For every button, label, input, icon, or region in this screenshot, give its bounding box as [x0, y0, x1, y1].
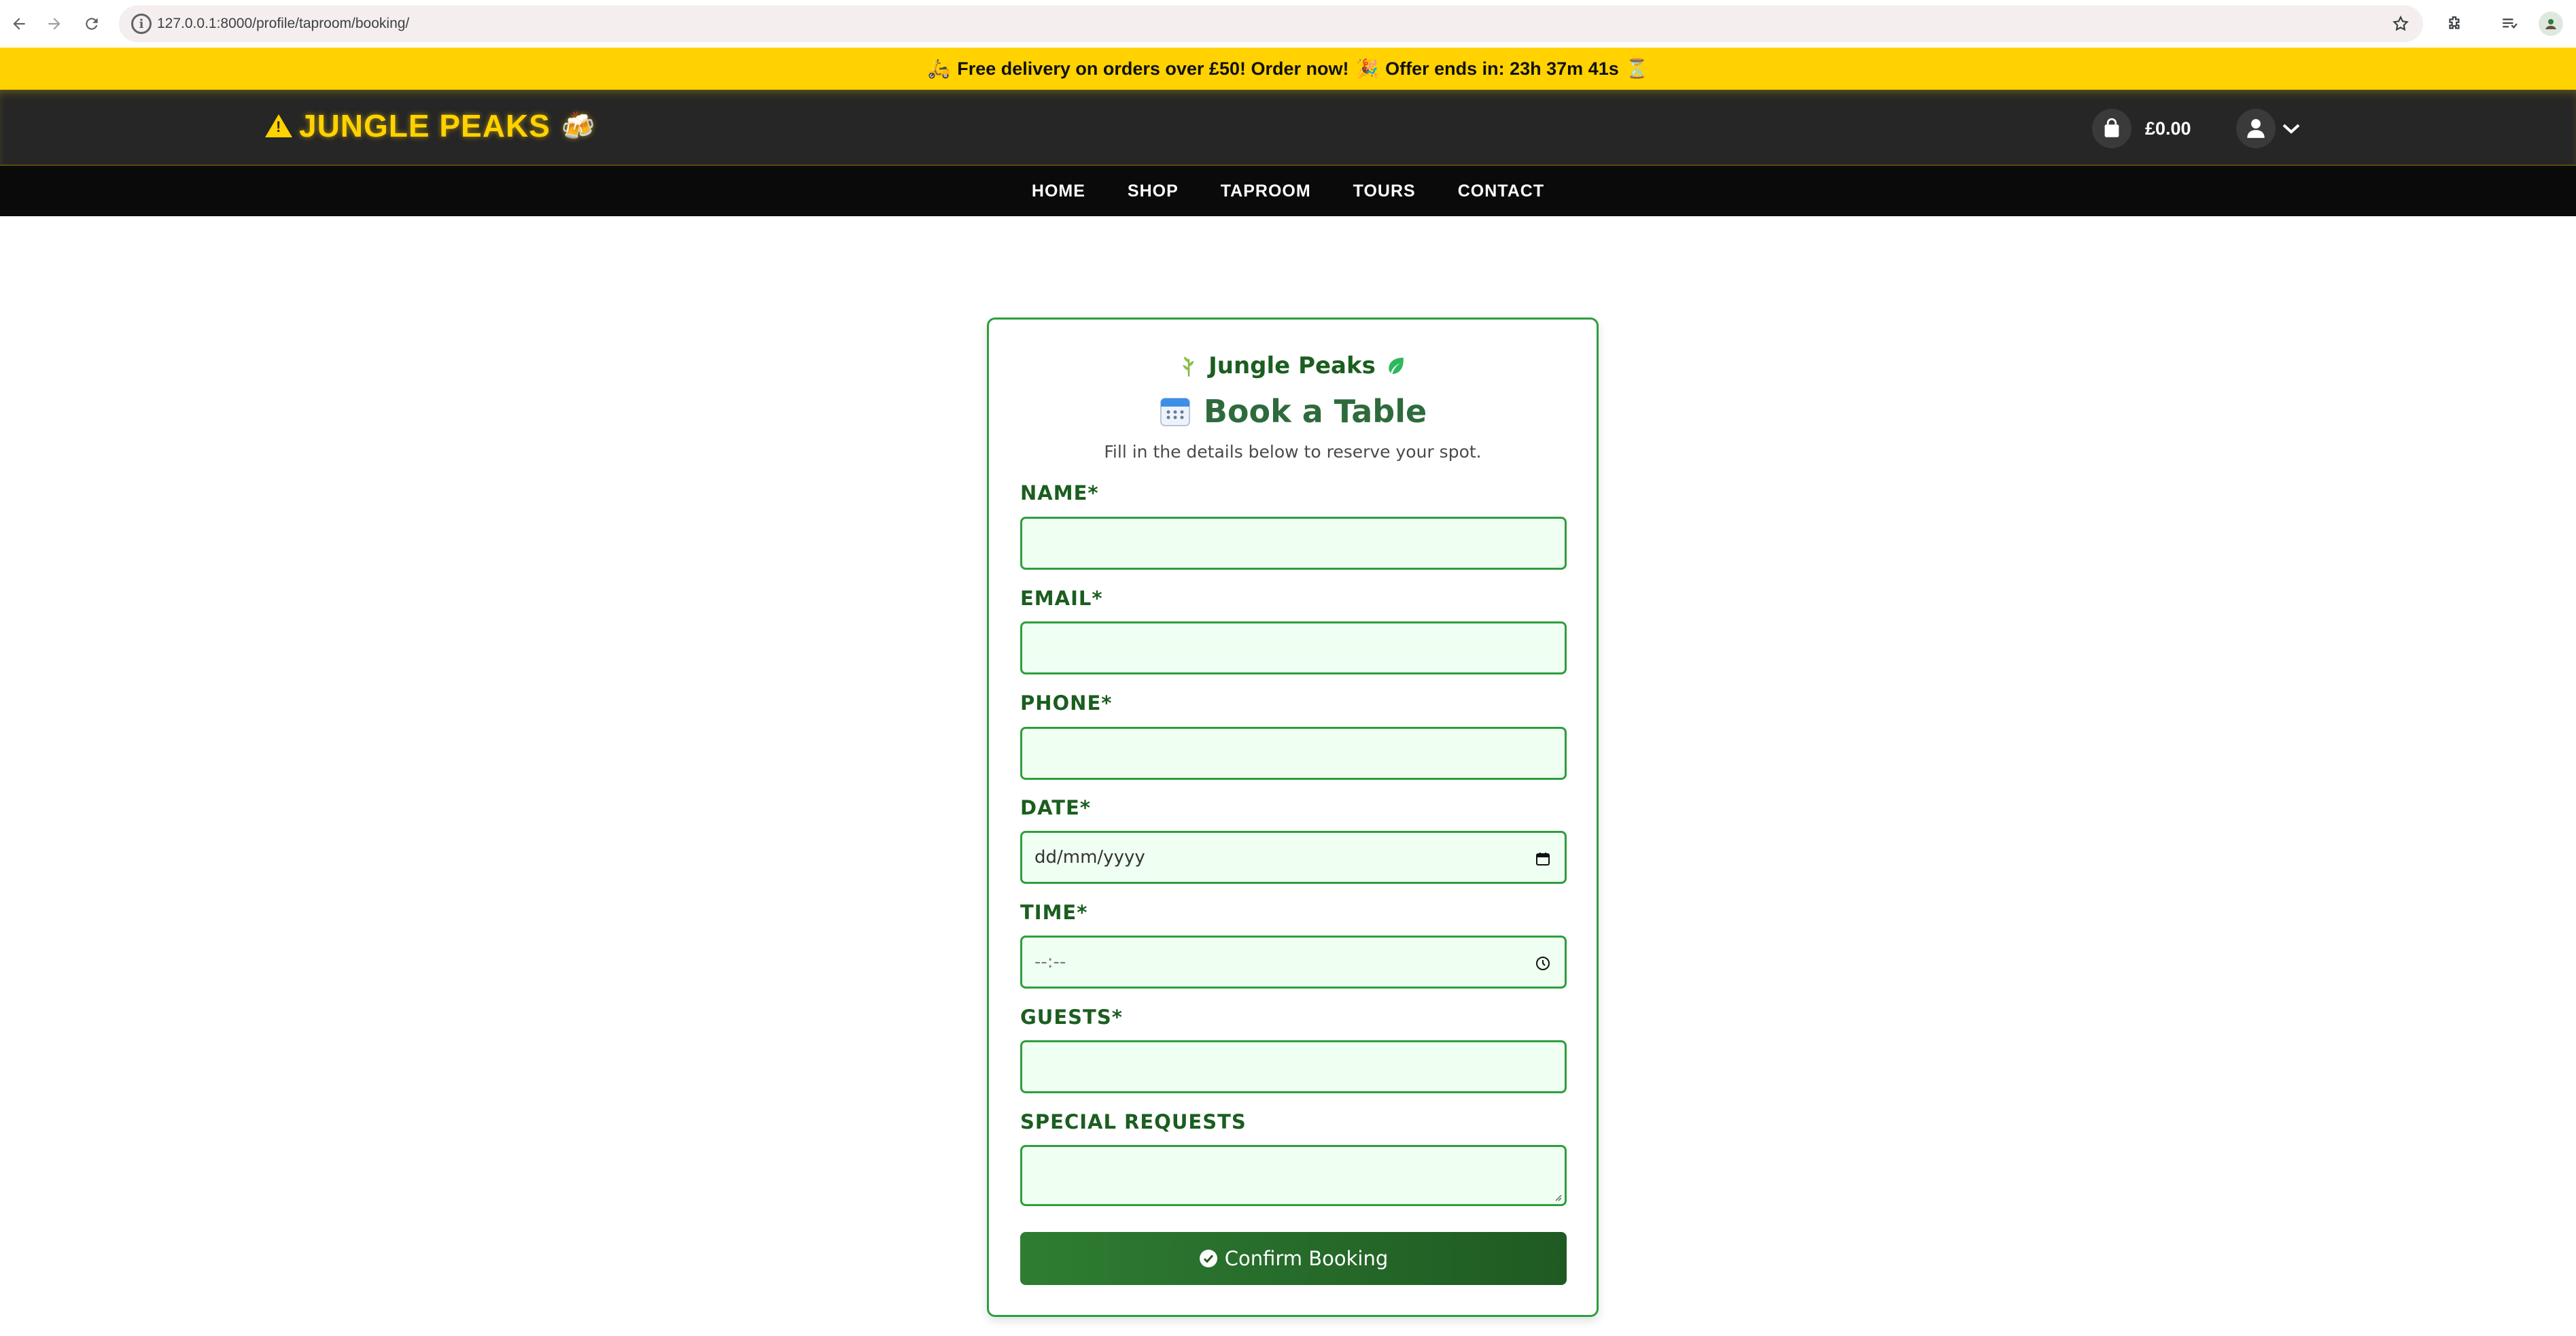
chevron-down-icon — [2281, 122, 2301, 135]
special-requests-input[interactable] — [1022, 1147, 1565, 1204]
confirm-booking-label: Confirm Booking — [1224, 1247, 1389, 1270]
nav-contact[interactable]: CONTACT — [1458, 182, 1544, 201]
guests-field[interactable] — [1020, 1040, 1567, 1093]
promo-text: Free delivery on orders over £50! Order … — [957, 58, 1349, 79]
cart-total: £0.00 — [2145, 118, 2191, 139]
phone-input[interactable] — [1022, 729, 1565, 778]
promo-countdown: Offer ends in: 23h 37m 41s — [1385, 58, 1619, 79]
nav-taproom[interactable]: TAPROOM — [1221, 182, 1311, 201]
main-navigation: HOME SHOP TAPROOM TOURS CONTACT — [0, 166, 2576, 216]
herb-icon — [1179, 354, 1199, 377]
confirm-booking-button[interactable]: Confirm Booking — [1020, 1232, 1567, 1285]
time-label: TIME* — [1020, 901, 1088, 924]
profile-icon[interactable] — [2539, 12, 2563, 36]
check-circle-icon — [1199, 1250, 1217, 1267]
special-requests-label: SPECIAL REQUESTS — [1020, 1110, 1247, 1133]
party-popper-icon: 🎉 — [1355, 58, 1379, 79]
form-subtitle: Fill in the details below to reserve you… — [1104, 442, 1482, 462]
calendar-icon — [1160, 398, 1190, 426]
reload-icon[interactable] — [78, 10, 105, 37]
logo-text: JUNGLE PEAKS — [299, 108, 551, 143]
name-label: NAME* — [1020, 481, 1099, 504]
special-requests-field[interactable] — [1020, 1145, 1567, 1206]
back-icon[interactable] — [5, 10, 33, 37]
phone-field[interactable] — [1020, 727, 1567, 780]
date-placeholder: dd/mm/yyyy — [1034, 847, 1145, 868]
scooter-icon: 🛵 — [927, 58, 951, 79]
time-field[interactable]: --:-- — [1020, 936, 1567, 989]
site-info-icon[interactable]: i — [131, 14, 152, 34]
email-input[interactable] — [1022, 623, 1565, 672]
title-text: Book a Table — [1203, 393, 1427, 430]
extensions-icon[interactable] — [2441, 10, 2469, 37]
cart-button[interactable]: £0.00 — [2092, 109, 2191, 148]
leaf-icon — [1385, 355, 1407, 377]
name-field[interactable] — [1020, 517, 1567, 570]
nav-tours[interactable]: TOURS — [1353, 182, 1416, 201]
browser-toolbar: i 127.0.0.1:8000/profile/taproom/booking… — [0, 0, 2576, 48]
address-bar[interactable]: i 127.0.0.1:8000/profile/taproom/booking… — [119, 5, 2423, 42]
forward-icon[interactable] — [41, 10, 68, 37]
page-title: Book a Table — [989, 393, 1597, 430]
phone-label: PHONE* — [1020, 691, 1113, 715]
guests-label: GUESTS* — [1020, 1006, 1123, 1029]
email-field[interactable] — [1020, 621, 1567, 674]
email-label: EMAIL* — [1020, 587, 1103, 610]
promo-banner: 🛵 Free delivery on orders over £50! Orde… — [0, 48, 2576, 90]
reading-list-icon[interactable] — [2496, 10, 2523, 37]
time-placeholder: --:-- — [1034, 952, 1066, 972]
brand-name: Jungle Peaks — [1208, 352, 1376, 379]
card-brand: Jungle Peaks — [989, 352, 1597, 379]
user-icon — [2236, 109, 2276, 148]
guests-input[interactable] — [1022, 1042, 1565, 1091]
beer-mugs-icon: 🍻 — [561, 111, 596, 141]
nav-shop[interactable]: SHOP — [1128, 182, 1179, 201]
warning-triangle-icon — [265, 114, 292, 137]
name-input[interactable] — [1022, 519, 1565, 568]
address-url[interactable]: 127.0.0.1:8000/profile/taproom/booking/ — [157, 14, 409, 34]
date-field[interactable]: dd/mm/yyyy — [1020, 831, 1567, 884]
nav-home[interactable]: HOME — [1032, 182, 1085, 201]
account-menu[interactable] — [2236, 109, 2301, 148]
site-logo[interactable]: JUNGLE PEAKS 🍻 — [265, 107, 596, 144]
clock-icon[interactable] — [1533, 954, 1552, 973]
date-label: DATE* — [1020, 796, 1092, 819]
shopping-bag-icon — [2092, 109, 2131, 148]
site-header: JUNGLE PEAKS 🍻 £0.00 — [0, 90, 2576, 166]
hourglass-icon: ⏳ — [1625, 58, 1649, 79]
resize-handle-icon[interactable] — [1552, 1192, 1562, 1201]
booking-card: Jungle Peaks Book a Table Fill in the de… — [987, 318, 1599, 1317]
calendar-picker-icon[interactable] — [1533, 849, 1552, 868]
bookmark-star-icon[interactable] — [2388, 11, 2414, 37]
